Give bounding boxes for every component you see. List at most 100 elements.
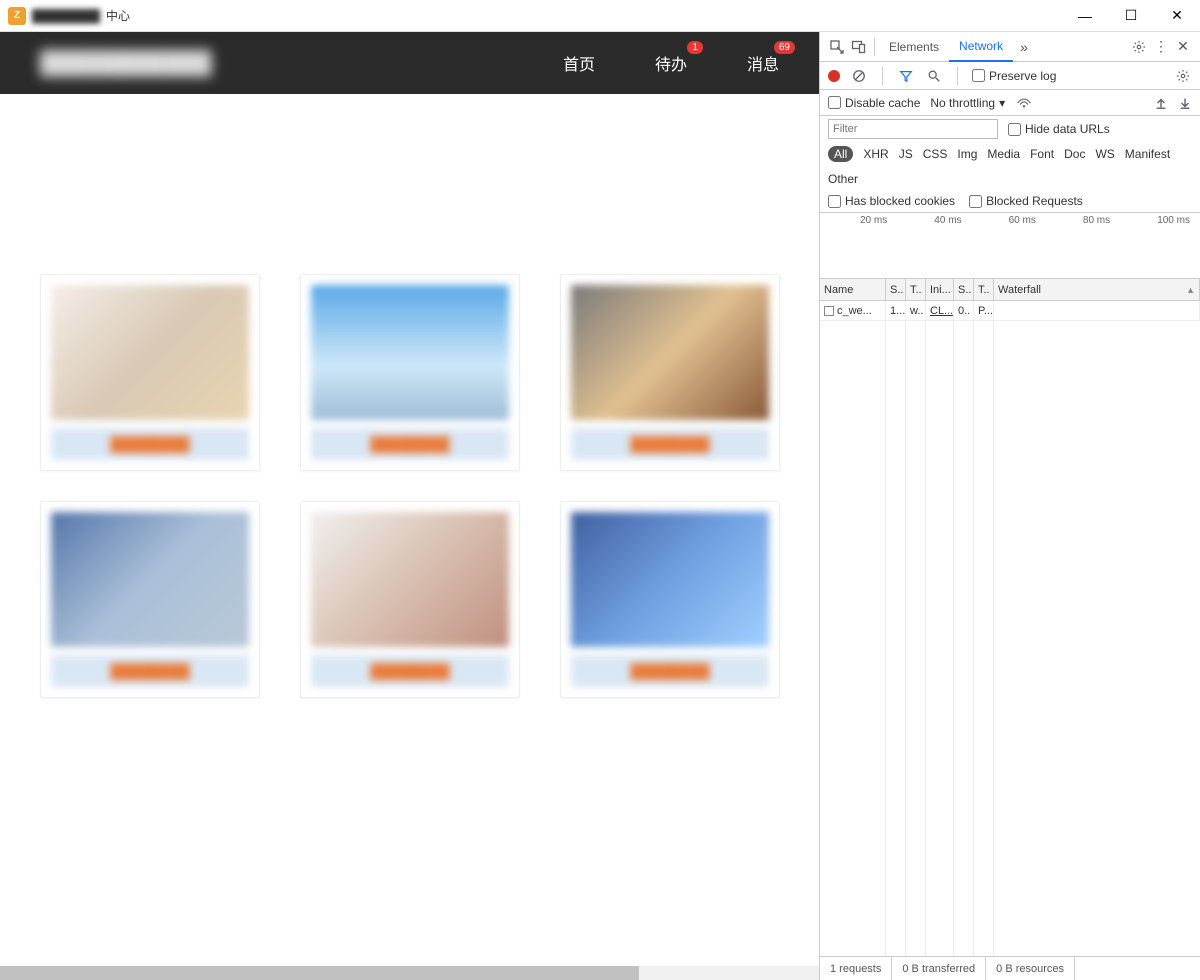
card-4[interactable]: ████████ bbox=[40, 501, 260, 698]
nav-todo[interactable]: 待办 1 bbox=[655, 51, 687, 75]
tab-network[interactable]: Network bbox=[949, 32, 1013, 62]
more-tabs-icon[interactable]: » bbox=[1013, 36, 1035, 58]
type-img[interactable]: Img bbox=[957, 147, 977, 161]
clear-icon[interactable] bbox=[850, 67, 868, 85]
type-manifest[interactable]: Manifest bbox=[1125, 147, 1170, 161]
type-js[interactable]: JS bbox=[899, 147, 913, 161]
type-all[interactable]: All bbox=[828, 146, 853, 162]
type-media[interactable]: Media bbox=[987, 147, 1020, 161]
maximize-button[interactable]: ☐ bbox=[1108, 0, 1154, 32]
nav-home[interactable]: 首页 bbox=[563, 51, 595, 75]
throttling-select[interactable]: No throttling ▾ bbox=[930, 96, 1005, 110]
preserve-log-input[interactable] bbox=[972, 69, 985, 82]
scrollbar-thumb[interactable] bbox=[0, 966, 639, 980]
type-doc[interactable]: Doc bbox=[1064, 147, 1085, 161]
app-content: ████████ ████████ ████████ ████████ ████… bbox=[0, 94, 819, 980]
hide-data-urls-checkbox[interactable]: Hide data URLs bbox=[1008, 122, 1110, 136]
devtools-close-icon[interactable]: ✕ bbox=[1172, 36, 1194, 58]
download-icon[interactable] bbox=[1178, 96, 1192, 110]
filter-input[interactable] bbox=[828, 119, 998, 139]
horizontal-scrollbar[interactable] bbox=[0, 966, 819, 980]
app-header: ███████████ 首页 待办 1 消息 69 bbox=[0, 32, 819, 94]
card-label: ████████ bbox=[571, 428, 769, 460]
device-icon[interactable] bbox=[848, 36, 870, 58]
separator bbox=[882, 67, 883, 85]
window-title-suffix: 中心 bbox=[106, 7, 130, 24]
timeline-overview[interactable]: 20 ms 40 ms 60 ms 80 ms 100 ms bbox=[820, 213, 1200, 279]
col-status[interactable]: S.. bbox=[886, 279, 906, 300]
close-button[interactable]: ✕ bbox=[1154, 0, 1200, 32]
has-blocked-cookies-checkbox[interactable]: Has blocked cookies bbox=[828, 194, 955, 208]
card-label: ████████ bbox=[51, 428, 249, 460]
col-size[interactable]: S.. bbox=[954, 279, 974, 300]
type-ws[interactable]: WS bbox=[1095, 147, 1114, 161]
nav-msg[interactable]: 消息 69 bbox=[747, 51, 779, 75]
request-table-header: Name S.. T.. Ini... S.. T.. Waterfall ▲ bbox=[820, 279, 1200, 301]
card-image bbox=[51, 285, 249, 420]
app-nav: 首页 待办 1 消息 69 bbox=[563, 51, 779, 75]
has-blocked-cookies-input[interactable] bbox=[828, 195, 841, 208]
hide-data-urls-label: Hide data URLs bbox=[1025, 122, 1110, 136]
window-title: ████████ bbox=[32, 9, 100, 23]
blocked-requests-checkbox[interactable]: Blocked Requests bbox=[969, 194, 1083, 208]
nav-msg-label: 消息 bbox=[747, 57, 779, 74]
card-1[interactable]: ████████ bbox=[40, 274, 260, 471]
minimize-button[interactable]: — bbox=[1062, 0, 1108, 32]
col-time[interactable]: T.. bbox=[974, 279, 994, 300]
record-icon[interactable] bbox=[828, 70, 840, 82]
type-xhr[interactable]: XHR bbox=[863, 147, 888, 161]
request-table-body: c_we... 1... w.. CL... 0.. P... bbox=[820, 301, 1200, 956]
nav-msg-badge: 69 bbox=[774, 41, 795, 54]
card-5[interactable]: ████████ bbox=[300, 501, 520, 698]
type-css[interactable]: CSS bbox=[923, 147, 948, 161]
nav-todo-badge: 1 bbox=[687, 41, 703, 54]
nav-todo-label: 待办 bbox=[655, 57, 687, 74]
card-image bbox=[311, 285, 509, 420]
upload-icon[interactable] bbox=[1154, 96, 1168, 110]
row-initiator[interactable]: CL... bbox=[930, 305, 953, 317]
tab-elements[interactable]: Elements bbox=[879, 33, 949, 61]
table-row[interactable]: c_we... 1... w.. CL... 0.. P... bbox=[820, 301, 1200, 321]
sort-icon: ▲ bbox=[1186, 285, 1195, 295]
inspect-icon[interactable] bbox=[826, 36, 848, 58]
card-6[interactable]: ████████ bbox=[560, 501, 780, 698]
card-3[interactable]: ████████ bbox=[560, 274, 780, 471]
card-2[interactable]: ████████ bbox=[300, 274, 520, 471]
hide-data-urls-input[interactable] bbox=[1008, 123, 1021, 136]
col-initiator[interactable]: Ini... bbox=[926, 279, 954, 300]
kebab-icon[interactable]: ⋮ bbox=[1150, 36, 1172, 58]
disable-cache-checkbox[interactable]: Disable cache bbox=[828, 96, 920, 110]
preserve-log-checkbox[interactable]: Preserve log bbox=[972, 69, 1056, 83]
throttling-label: No throttling bbox=[930, 96, 995, 110]
type-font[interactable]: Font bbox=[1030, 147, 1054, 161]
disable-cache-label: Disable cache bbox=[845, 96, 920, 110]
col-name[interactable]: Name bbox=[820, 279, 886, 300]
row-size: 0.. bbox=[954, 301, 974, 320]
col-waterfall[interactable]: Waterfall ▲ bbox=[994, 279, 1200, 300]
app-area: ███████████ 首页 待办 1 消息 69 ████████ bbox=[0, 32, 820, 980]
network-conditions-icon[interactable] bbox=[1015, 94, 1033, 112]
row-type: w.. bbox=[906, 301, 926, 320]
card-label: ████████ bbox=[571, 655, 769, 687]
network-settings-icon[interactable] bbox=[1174, 67, 1192, 85]
col-type[interactable]: T.. bbox=[906, 279, 926, 300]
card-label: ████████ bbox=[51, 655, 249, 687]
tl-100: 100 ms bbox=[1157, 215, 1190, 226]
blocked-requests-input[interactable] bbox=[969, 195, 982, 208]
filter-row: Hide data URLs bbox=[820, 116, 1200, 142]
settings-icon[interactable] bbox=[1128, 36, 1150, 58]
filter-icon[interactable] bbox=[897, 67, 915, 85]
row-name: c_we... bbox=[837, 305, 872, 317]
disable-cache-input[interactable] bbox=[828, 96, 841, 109]
card-label: ████████ bbox=[311, 655, 509, 687]
status-transferred: 0 B transferred bbox=[892, 957, 986, 980]
card-image bbox=[311, 512, 509, 647]
row-checkbox[interactable] bbox=[824, 306, 834, 316]
devtools-panel: Elements Network » ⋮ ✕ bbox=[820, 32, 1200, 980]
row-waterfall bbox=[994, 301, 1200, 320]
card-image bbox=[571, 285, 769, 420]
search-icon[interactable] bbox=[925, 67, 943, 85]
row-status: 1... bbox=[886, 301, 906, 320]
type-other[interactable]: Other bbox=[828, 172, 858, 186]
blocked-row: Has blocked cookies Blocked Requests bbox=[820, 190, 1200, 213]
